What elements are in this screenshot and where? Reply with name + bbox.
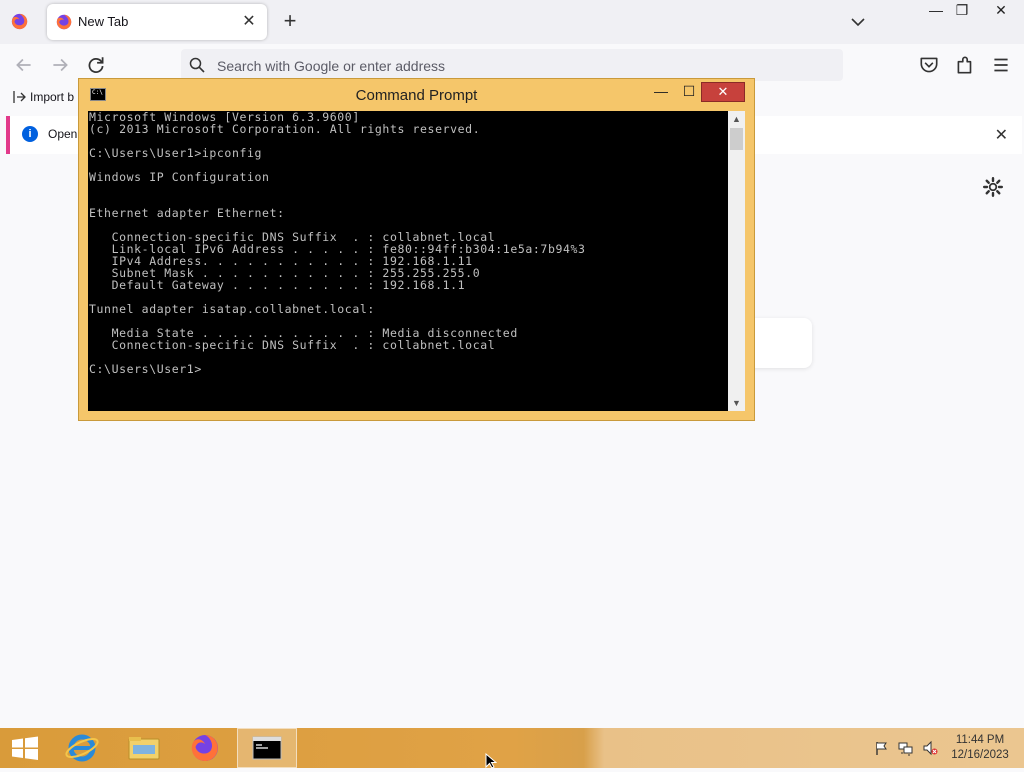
tab-close-icon[interactable]: ✕ — [239, 12, 259, 32]
cmd-console-output: Microsoft Windows [Version 6.3.9600] (c)… — [89, 111, 586, 376]
taskbar-clock[interactable]: 11:44 PM 12/16/2023 — [940, 733, 1020, 763]
import-bookmarks-label: Import b — [30, 90, 75, 104]
cmd-minimize-button[interactable]: — — [651, 82, 671, 102]
url-bar[interactable] — [181, 49, 843, 81]
cmd-taskbar-icon — [252, 736, 282, 760]
pocket-icon[interactable] — [918, 54, 940, 76]
window-minimize-button[interactable]: — — [922, 0, 950, 22]
url-input[interactable] — [215, 55, 819, 77]
extensions-icon[interactable] — [954, 54, 976, 76]
clock-time: 11:44 PM — [955, 734, 1005, 746]
info-icon: i — [22, 126, 38, 142]
tab-strip: New Tab ✕ + — ❐ ✕ — [0, 0, 1024, 44]
cmd-title-bar[interactable]: Command Prompt — ☐ ✕ — [79, 79, 754, 111]
speaker-muted-icon[interactable] — [922, 740, 938, 756]
cmd-close-button[interactable]: ✕ — [701, 82, 745, 102]
scroll-up-icon[interactable]: ▲ — [728, 111, 745, 127]
internet-explorer-icon[interactable] — [54, 728, 110, 768]
back-arrow-icon[interactable] — [13, 54, 35, 76]
window-restore-button[interactable]: ❐ — [948, 0, 976, 22]
cmd-console-area[interactable]: Microsoft Windows [Version 6.3.9600] (c)… — [88, 111, 728, 411]
import-bookmarks-button[interactable]: Import b — [12, 90, 74, 104]
new-tab-button[interactable]: + — [278, 10, 302, 34]
notification-close-icon[interactable]: ✕ — [995, 125, 1008, 145]
clock-date: 12/16/2023 — [951, 749, 1009, 761]
scroll-down-icon[interactable]: ▼ — [728, 395, 745, 411]
gear-icon[interactable] — [982, 176, 1004, 198]
hamburger-menu-icon[interactable] — [990, 54, 1012, 76]
tab-new-tab[interactable]: New Tab ✕ — [47, 4, 267, 40]
windows-start-icon[interactable] — [0, 728, 50, 768]
command-prompt-window[interactable]: Command Prompt — ☐ ✕ Microsoft Windows [… — [78, 78, 755, 421]
firefox-taskbar-icon[interactable] — [177, 728, 233, 768]
search-icon — [189, 57, 205, 73]
network-icon[interactable] — [898, 740, 914, 756]
forward-arrow-icon[interactable] — [49, 54, 71, 76]
import-icon — [13, 91, 26, 103]
tab-title: New Tab — [78, 14, 129, 29]
cmd-taskbar-button[interactable] — [237, 728, 297, 768]
firefox-view-icon[interactable] — [11, 13, 28, 30]
window-close-button[interactable]: ✕ — [984, 0, 1018, 22]
scroll-thumb[interactable] — [730, 128, 743, 150]
file-explorer-icon[interactable] — [116, 728, 172, 768]
chevron-down-icon[interactable] — [848, 12, 868, 32]
mouse-cursor-icon — [485, 753, 497, 769]
cmd-maximize-button[interactable]: ☐ — [679, 82, 699, 102]
taskbar: 11:44 PM 12/16/2023 — [0, 728, 1024, 768]
firefox-icon — [56, 14, 72, 30]
flag-icon[interactable] — [874, 740, 890, 756]
cmd-scrollbar[interactable]: ▲ ▼ — [728, 111, 745, 411]
reload-icon[interactable] — [85, 54, 107, 76]
